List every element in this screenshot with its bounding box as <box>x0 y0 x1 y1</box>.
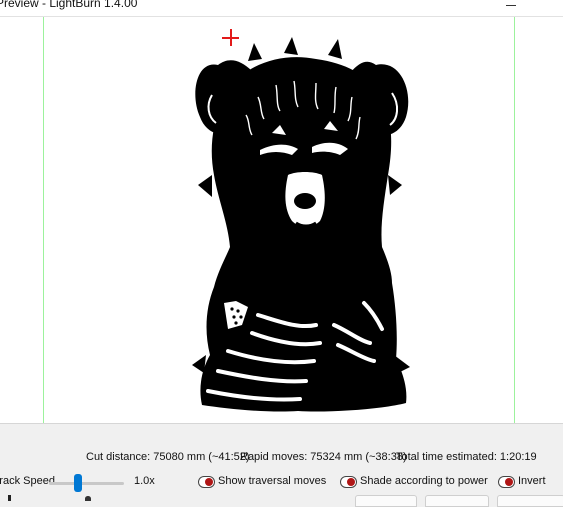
title-bar: Preview - LightBurn 1.4.00 <box>0 0 563 17</box>
preview-canvas[interactable] <box>0 17 563 423</box>
rapid-moves-text: Rapid moves: 75324 mm (~38:38) <box>240 451 407 463</box>
preview-controls-panel: Cut distance: 75080 mm (~41:52) Rapid mo… <box>0 423 563 507</box>
shade-power-toggle[interactable] <box>340 476 357 488</box>
laser-origin-crosshair-icon <box>222 29 239 46</box>
dialog-button[interactable] <box>425 495 489 507</box>
invert-toggle[interactable] <box>498 476 515 488</box>
show-traversal-toggle[interactable] <box>198 476 215 488</box>
track-speed-slider-thumb[interactable] <box>74 474 82 492</box>
cropped-control-fragment <box>85 496 91 501</box>
bear-flag-artwork <box>192 37 410 412</box>
window-title: Preview - LightBurn 1.4.00 <box>0 0 138 10</box>
workspace-left-guide <box>43 17 44 423</box>
dialog-button[interactable] <box>497 495 563 507</box>
invert-label: Invert <box>518 475 546 487</box>
playback-controls: Track Speed 1.0x Show traversal moves Sh… <box>0 474 563 494</box>
track-speed-value: 1.0x <box>134 475 155 487</box>
shade-power-label: Shade according to power <box>360 475 488 487</box>
minimize-icon[interactable] <box>506 2 518 14</box>
track-speed-slider[interactable] <box>49 482 124 485</box>
show-traversal-label: Show traversal moves <box>218 475 327 487</box>
cropped-control-fragment <box>8 495 11 501</box>
track-speed-label: Track Speed <box>0 475 55 487</box>
total-time-text: Total time estimated: 1:20:19 <box>396 451 537 463</box>
dialog-button[interactable] <box>355 495 417 507</box>
workspace-right-guide <box>514 17 515 423</box>
cut-distance-text: Cut distance: 75080 mm (~41:52) <box>86 451 250 463</box>
